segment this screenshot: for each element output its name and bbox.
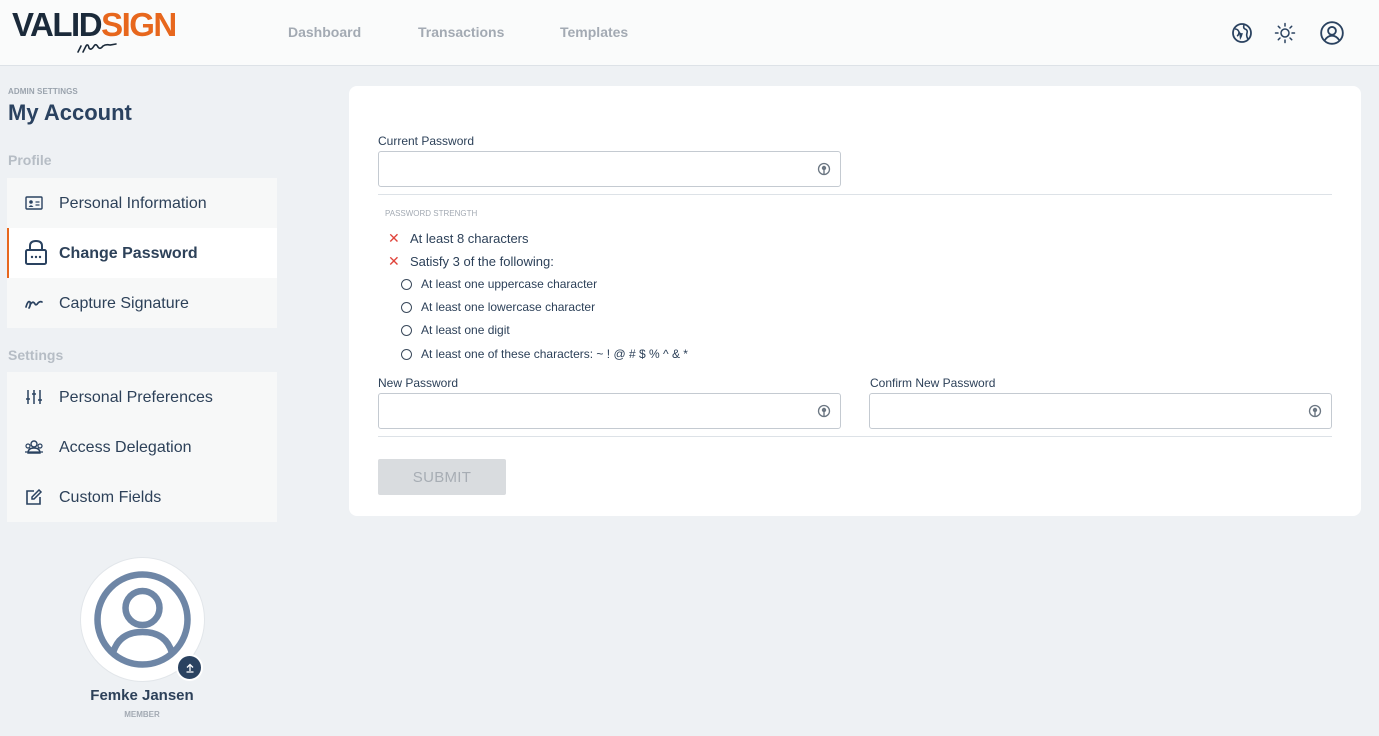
sidebar-item-personal-information[interactable]: Personal Information: [7, 178, 277, 228]
signature-icon: [23, 293, 45, 313]
confirm-password-input[interactable]: [870, 394, 1331, 428]
rule-text: At least 8 characters: [410, 231, 529, 246]
nav-templates[interactable]: Templates: [560, 24, 628, 40]
nav-transactions[interactable]: Transactions: [418, 24, 504, 40]
sidebar-item-personal-preferences[interactable]: Personal Preferences: [7, 372, 277, 422]
settings-menu: Personal Preferences Access Delegation C…: [7, 372, 277, 522]
globe-icon[interactable]: [1230, 21, 1254, 45]
new-password-input[interactable]: [379, 394, 840, 428]
rule-satisfy-three: ✕ Satisfy 3 of the following:: [388, 253, 554, 270]
nav-dashboard[interactable]: Dashboard: [288, 24, 361, 40]
top-bar: VALIDSIGN Dashboard Transactions Templat…: [0, 0, 1379, 66]
user-name: Femke Jansen: [90, 687, 194, 704]
change-password-panel: Current Password PASSWORD STRENGTH ✕ At …: [349, 86, 1361, 516]
edit-icon: [23, 487, 45, 507]
subrule-text: At least one digit: [421, 323, 510, 337]
sidebar-item-custom-fields[interactable]: Custom Fields: [7, 472, 277, 522]
divider: [378, 436, 1332, 437]
sidebar-item-change-password[interactable]: Change Password: [7, 228, 277, 278]
confirm-password-label: Confirm New Password: [870, 376, 996, 390]
sidebar-item-label: Personal Preferences: [59, 389, 213, 406]
validsign-logo[interactable]: VALIDSIGN: [12, 6, 187, 58]
subrule-lowercase: At least one lowercase character: [401, 300, 595, 314]
upload-icon: [186, 663, 193, 673]
logo-sign: SIGN: [101, 6, 177, 43]
current-password-label: Current Password: [378, 134, 475, 148]
lock-icon: [23, 239, 49, 265]
circle-icon: [401, 324, 412, 336]
page-title: My Account: [8, 100, 132, 125]
sun-icon[interactable]: [1273, 21, 1297, 45]
sidebar-item-label: Access Delegation: [59, 439, 192, 456]
eye-icon[interactable]: [816, 403, 832, 419]
profile-menu: Personal Information Change Password Cap…: [7, 178, 277, 328]
circle-icon: [401, 278, 412, 290]
sidebar-item-label: Personal Information: [59, 195, 207, 212]
new-password-label: New Password: [378, 376, 459, 390]
new-password-field[interactable]: [378, 393, 841, 429]
user-role: MEMBER: [124, 710, 160, 719]
eye-icon[interactable]: [1307, 403, 1323, 419]
circle-icon: [401, 301, 412, 313]
sidebar-item-label: Capture Signature: [59, 295, 189, 312]
x-icon: ✕: [388, 230, 400, 246]
current-password-input[interactable]: [379, 152, 840, 186]
subrule-special: At least one of these characters: ~ ! @ …: [401, 347, 688, 361]
id-card-icon: [23, 193, 45, 213]
subrule-text: At least one of these characters: ~ ! @ …: [421, 347, 688, 361]
eye-icon[interactable]: [816, 161, 832, 177]
divider: [378, 194, 1332, 195]
rule-min-length: ✕ At least 8 characters: [388, 230, 529, 247]
sliders-icon: [23, 387, 45, 407]
circle-icon: [401, 348, 412, 360]
logo-valid: VALID: [12, 6, 103, 43]
subrule-digit: At least one digit: [401, 323, 510, 337]
subrule-uppercase: At least one uppercase character: [401, 277, 597, 291]
user-circle-icon[interactable]: [1319, 20, 1345, 46]
upload-avatar-button[interactable]: [176, 654, 203, 681]
admin-settings-label: ADMIN SETTINGS: [8, 87, 78, 96]
x-icon: ✕: [388, 253, 400, 269]
subrule-text: At least one uppercase character: [421, 277, 598, 291]
sidebar-item-capture-signature[interactable]: Capture Signature: [7, 278, 277, 328]
current-password-field[interactable]: [378, 151, 841, 187]
sidebar-item-label: Custom Fields: [59, 489, 162, 506]
profile-section-label: Profile: [8, 152, 52, 168]
settings-section-label: Settings: [8, 347, 64, 363]
rule-text: Satisfy 3 of the following:: [410, 254, 554, 269]
users-icon: [23, 437, 45, 457]
sidebar-item-label: Change Password: [59, 245, 198, 262]
confirm-password-field[interactable]: [869, 393, 1332, 429]
sidebar-item-access-delegation[interactable]: Access Delegation: [7, 422, 277, 472]
subrule-text: At least one lowercase character: [421, 300, 596, 314]
logo-signature-mark: [77, 43, 117, 53]
password-strength-label: PASSWORD STRENGTH: [385, 209, 478, 218]
submit-button[interactable]: SUBMIT: [378, 459, 506, 495]
logo-text: VALIDSIGN: [12, 6, 177, 43]
